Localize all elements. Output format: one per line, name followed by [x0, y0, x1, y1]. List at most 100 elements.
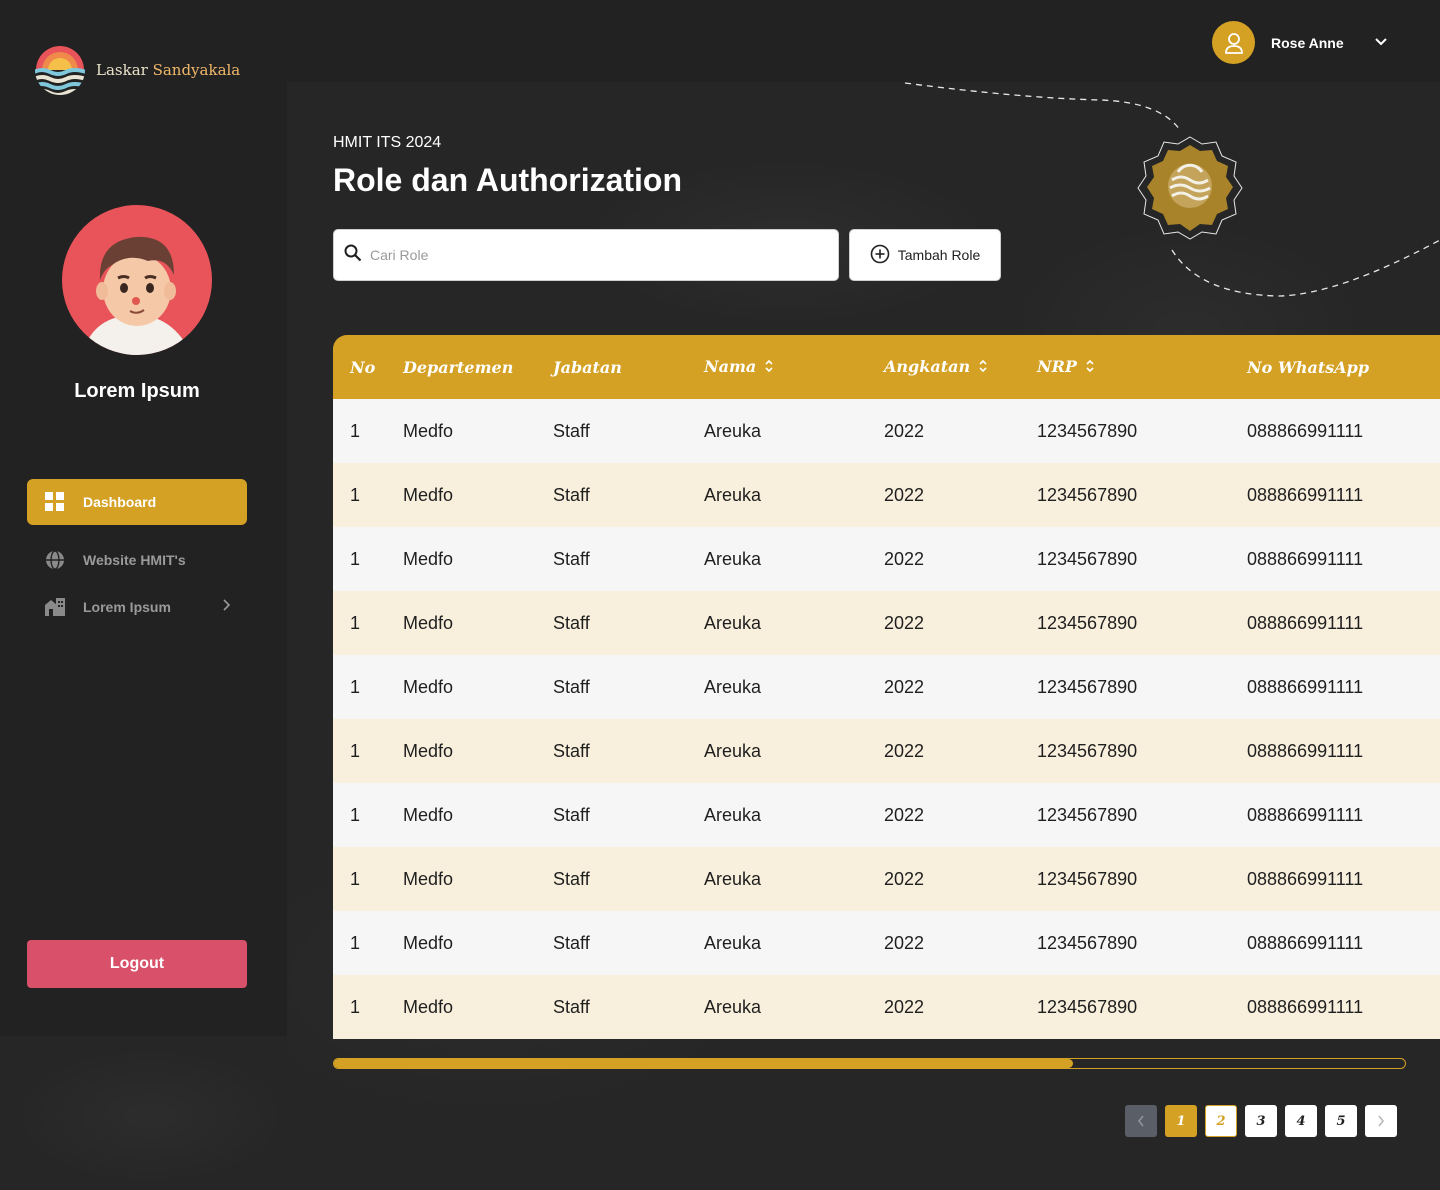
page-subtitle: HMIT ITS 2024 — [333, 134, 442, 151]
cell-jabatan: Staff — [553, 740, 590, 761]
pagination-next-button[interactable] — [1365, 1105, 1397, 1137]
cell-no-whatsapp: 088866991111 — [1247, 996, 1364, 1017]
cell-no: 1 — [350, 548, 361, 569]
cell-nrp: 1234567890 — [1037, 484, 1138, 505]
search-input[interactable] — [370, 247, 810, 263]
column-header-label: No — [350, 357, 376, 377]
profile-name: Lorem Ipsum — [74, 380, 200, 402]
cell-no: 1 — [350, 996, 361, 1017]
table-row[interactable]: 1 Medfo Staff Areuka 2022 1234567890 088866991… — [333, 975, 1440, 1039]
table-row[interactable]: 1 Medfo Staff Areuka 2022 1234567890 088866991… — [333, 911, 1440, 975]
cell-jabatan: Staff — [553, 804, 590, 825]
profile-avatar — [62, 205, 212, 355]
sidebar-item-dashboard[interactable]: Dashboard — [27, 479, 247, 525]
brand-logo-icon — [35, 46, 85, 95]
column-header-no: No — [333, 335, 403, 399]
chevron-left-icon — [1137, 1115, 1144, 1127]
sort-icon[interactable] — [978, 358, 988, 377]
cell-angkatan: 2022 — [884, 932, 925, 953]
column-header-angkatan[interactable]: Angkatan — [884, 335, 1037, 399]
table-row[interactable]: 1 Medfo Staff Areuka 2022 1234567890 088866991… — [333, 463, 1440, 527]
cell-nama: Areuka — [704, 740, 762, 761]
cell-no: 1 — [350, 420, 361, 441]
scrollbar-thumb[interactable] — [334, 1059, 1073, 1068]
sidebar-item-lorem-ipsum[interactable]: Lorem Ipsum — [27, 584, 247, 630]
table-row[interactable]: 1 Medfo Staff Areuka 2022 1234567890 088866991… — [333, 399, 1440, 463]
cell-no-whatsapp: 088866991111 — [1247, 548, 1364, 569]
pagination-page-5[interactable]: 5 — [1325, 1105, 1357, 1137]
chevron-right-icon — [1378, 1115, 1385, 1127]
chevron-down-icon[interactable] — [1374, 34, 1388, 52]
search-box[interactable] — [333, 229, 839, 281]
cell-jabatan: Staff — [553, 996, 590, 1017]
pagination-page-4[interactable]: 4 — [1285, 1105, 1317, 1137]
cell-departemen: Medfo — [403, 804, 454, 825]
cell-angkatan: 2022 — [884, 420, 925, 441]
column-header-label: Departemen — [403, 357, 514, 377]
globe-icon — [27, 550, 83, 570]
cell-no-whatsapp: 088866991111 — [1247, 868, 1364, 889]
buildings-icon — [27, 597, 83, 617]
column-header-departemen: Departemen — [403, 335, 553, 399]
grid-icon — [27, 492, 83, 512]
cell-departemen: Medfo — [403, 612, 454, 633]
cell-no-whatsapp: 088866991111 — [1247, 740, 1364, 761]
cell-nrp: 1234567890 — [1037, 612, 1138, 633]
cell-nama: Areuka — [704, 484, 762, 505]
cell-nrp: 1234567890 — [1037, 420, 1138, 441]
cell-nama: Areuka — [704, 868, 762, 889]
column-header-label: NRP — [1037, 357, 1077, 376]
add-role-button[interactable]: Tambah Role — [849, 229, 1001, 281]
column-header-jabatan: Jabatan — [553, 335, 704, 399]
pagination-page-1[interactable]: 1 — [1165, 1105, 1197, 1137]
logout-button[interactable]: Logout — [27, 940, 247, 988]
sidebar: Laskar Sandyakala Lorem Ipsum Dashboard … — [0, 0, 287, 1036]
background-texture-bottom — [0, 1036, 287, 1190]
cell-angkatan: 2022 — [884, 996, 925, 1017]
user-menu[interactable]: Rose Anne — [1212, 21, 1388, 64]
table-row[interactable]: 1 Medfo Staff Areuka 2022 1234567890 088866991… — [333, 655, 1440, 719]
cell-angkatan: 2022 — [884, 676, 925, 697]
column-header-label: Nama — [704, 357, 757, 376]
cell-nama: Areuka — [704, 420, 762, 441]
cell-nrp: 1234567890 — [1037, 676, 1138, 697]
sidebar-item-website-hmits[interactable]: Website HMIT's — [27, 537, 247, 583]
horizontal-scrollbar[interactable] — [333, 1058, 1406, 1069]
sort-icon[interactable] — [764, 358, 774, 377]
cell-jabatan: Staff — [553, 612, 590, 633]
column-header-nama[interactable]: Nama — [704, 335, 884, 399]
table-header-row: No Departemen Jabatan Nama Angkatan NRP … — [333, 335, 1440, 399]
cell-nrp: 1234567890 — [1037, 932, 1138, 953]
table-row[interactable]: 1 Medfo Staff Areuka 2022 1234567890 088866991… — [333, 719, 1440, 783]
pagination: 1 2 3 4 5 — [1125, 1105, 1397, 1137]
brand-name-part2: Sandyakala — [152, 61, 241, 79]
sidebar-item-label: Dashboard — [83, 494, 157, 510]
cell-no: 1 — [350, 740, 361, 761]
table-row[interactable]: 1 Medfo Staff Areuka 2022 1234567890 088866991… — [333, 783, 1440, 847]
cell-jabatan: Staff — [553, 484, 590, 505]
table-row[interactable]: 1 Medfo Staff Areuka 2022 1234567890 088866991… — [333, 527, 1440, 591]
pagination-page-3[interactable]: 3 — [1245, 1105, 1277, 1137]
cell-nrp: 1234567890 — [1037, 996, 1138, 1017]
column-header-nrp[interactable]: NRP — [1037, 335, 1247, 399]
table-row[interactable]: 1 Medfo Staff Areuka 2022 1234567890 088866991… — [333, 847, 1440, 911]
sidebar-item-label: Website HMIT's — [83, 552, 186, 568]
cell-no: 1 — [350, 868, 361, 889]
cell-jabatan: Staff — [553, 420, 590, 441]
cell-no-whatsapp: 088866991111 — [1247, 932, 1364, 953]
roles-table: No Departemen Jabatan Nama Angkatan NRP … — [333, 335, 1440, 1039]
cell-jabatan: Staff — [553, 548, 590, 569]
sort-icon[interactable] — [1085, 358, 1095, 377]
cell-no: 1 — [350, 484, 361, 505]
search-icon — [344, 244, 362, 267]
cell-nrp: 1234567890 — [1037, 868, 1138, 889]
cell-angkatan: 2022 — [884, 740, 925, 761]
pagination-prev-button[interactable] — [1125, 1105, 1157, 1137]
brand-name: Laskar Sandyakala — [96, 61, 240, 79]
table-row[interactable]: 1 Medfo Staff Areuka 2022 1234567890 088866991… — [333, 591, 1440, 655]
pagination-page-2[interactable]: 2 — [1205, 1105, 1237, 1137]
cell-no-whatsapp: 088866991111 — [1247, 420, 1364, 441]
column-header-label: No WhatsApp — [1247, 357, 1370, 377]
brand[interactable]: Laskar Sandyakala — [34, 44, 240, 96]
cell-no-whatsapp: 088866991111 — [1247, 484, 1364, 505]
